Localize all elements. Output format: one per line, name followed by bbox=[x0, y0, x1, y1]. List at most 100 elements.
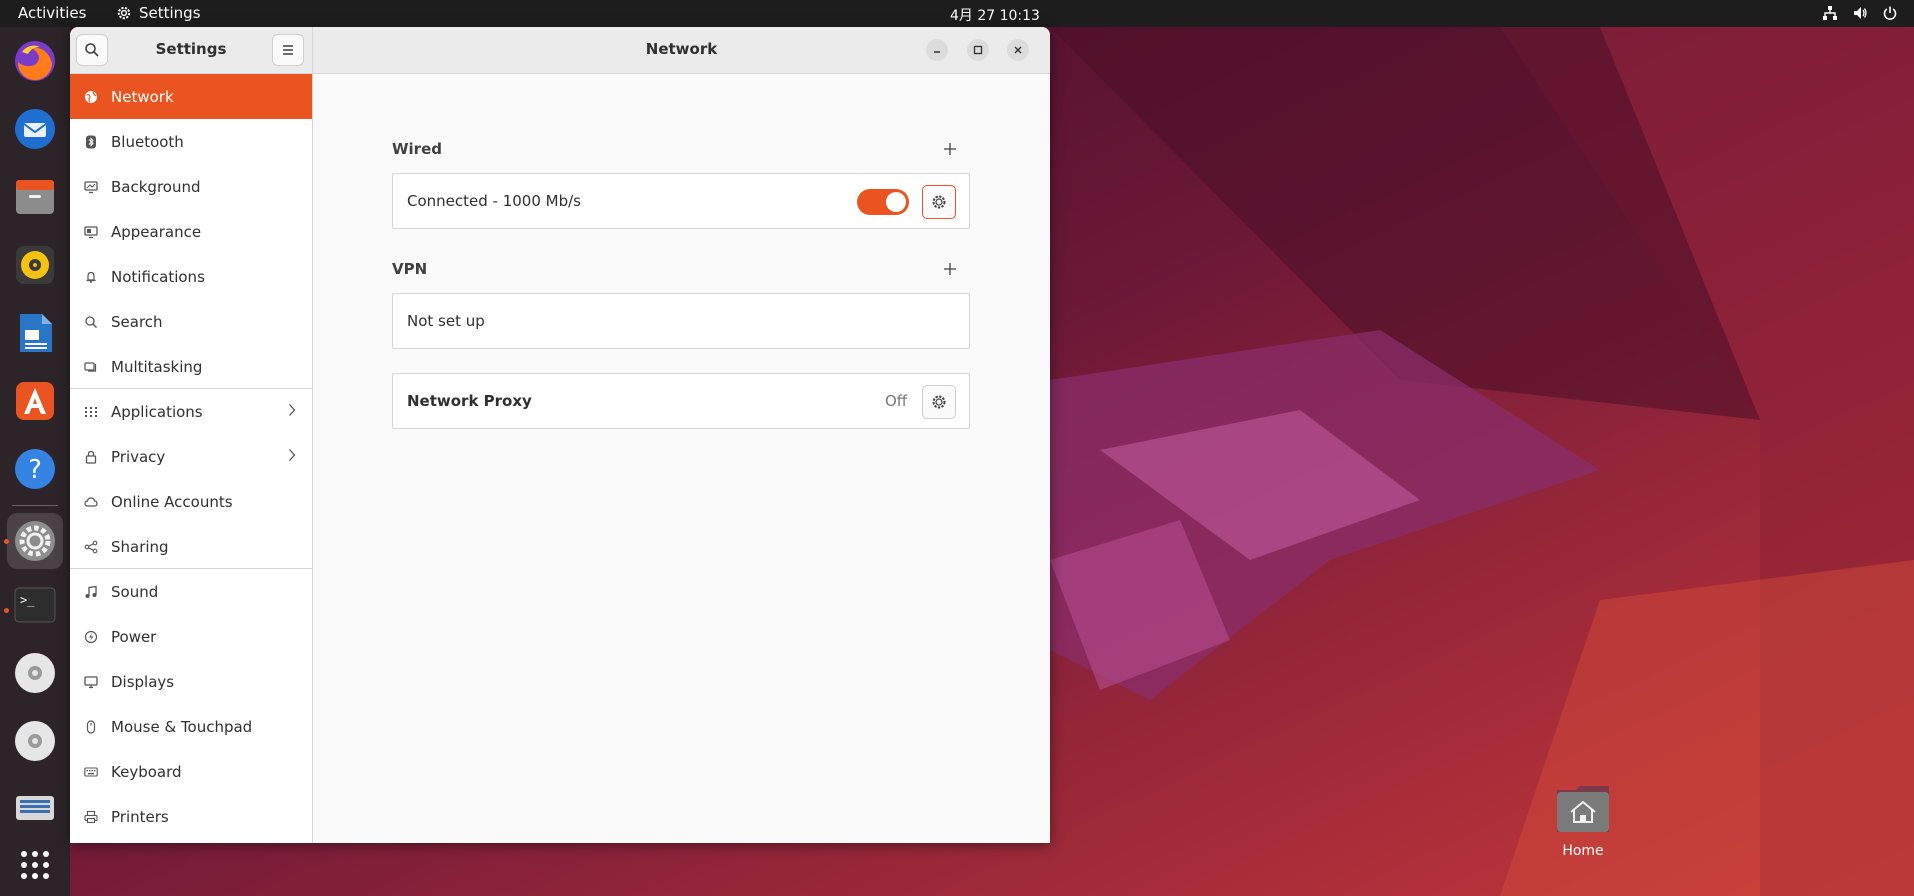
gear-icon bbox=[932, 395, 946, 409]
network-proxy-row[interactable]: Network Proxy Off bbox=[392, 373, 970, 429]
sidebar-item-privacy[interactable]: Privacy bbox=[70, 434, 312, 479]
printer-icon bbox=[83, 809, 99, 825]
gear-icon bbox=[932, 195, 946, 209]
search-icon bbox=[83, 314, 99, 330]
sidebar-item-label: Bluetooth bbox=[111, 132, 184, 151]
rhythmbox-icon[interactable] bbox=[11, 241, 59, 289]
sidebar-item-label: Sound bbox=[111, 582, 159, 601]
system-tray[interactable] bbox=[1822, 5, 1898, 21]
sidebar-item-search[interactable]: Search bbox=[70, 299, 312, 344]
network-proxy-label: Network Proxy bbox=[407, 392, 532, 410]
add-vpn-button[interactable] bbox=[940, 259, 960, 279]
activities-button[interactable]: Activities bbox=[18, 4, 86, 22]
sidebar-item-applications[interactable]: Applications bbox=[70, 389, 312, 434]
app-menu[interactable]: Settings bbox=[116, 4, 201, 22]
plus-icon bbox=[944, 143, 956, 155]
sidebar-item-label: Multitasking bbox=[111, 357, 203, 376]
show-apps-icon[interactable] bbox=[11, 841, 59, 889]
app-menu-label: Settings bbox=[139, 4, 201, 22]
minimize-button[interactable] bbox=[926, 39, 948, 61]
sidebar-item-notifications[interactable]: Notifications bbox=[70, 254, 312, 299]
sidebar-item-label: Privacy bbox=[111, 447, 166, 466]
clock[interactable]: 4月 27 10:13 bbox=[950, 5, 1040, 25]
help-icon[interactable]: ? bbox=[11, 445, 59, 493]
sidebar-item-mouse-touchpad[interactable]: Mouse & Touchpad bbox=[70, 704, 312, 749]
sidebar-item-network[interactable]: Network bbox=[70, 74, 312, 119]
sidebar-header: Settings bbox=[70, 27, 313, 74]
gear-icon bbox=[117, 6, 131, 20]
mouse-icon bbox=[83, 719, 99, 735]
firefox-icon[interactable] bbox=[11, 37, 59, 85]
home-folder-label: Home bbox=[1562, 843, 1604, 859]
sidebar-item-label: Search bbox=[111, 312, 163, 331]
sidebar-item-label: Applications bbox=[111, 402, 203, 421]
top-bar: Activities Settings 4月 27 10:13 bbox=[0, 0, 1914, 27]
wired-toggle[interactable] bbox=[857, 189, 909, 215]
volume-icon bbox=[1854, 7, 1867, 19]
chevron-right-icon bbox=[288, 403, 296, 421]
sidebar-item-sound[interactable]: Sound bbox=[70, 569, 312, 614]
sidebar-item-multitasking[interactable]: Multitasking bbox=[70, 344, 312, 389]
wired-status: Connected - 1000 Mb/s bbox=[407, 192, 581, 210]
thunderbird-icon[interactable] bbox=[11, 105, 59, 153]
sidebar-item-label: Sharing bbox=[111, 537, 169, 556]
sidebar-item-displays[interactable]: Displays bbox=[70, 659, 312, 704]
network-proxy-settings-button[interactable] bbox=[922, 385, 956, 419]
sidebar-item-label: Mouse & Touchpad bbox=[111, 717, 253, 736]
cloud-icon bbox=[83, 494, 99, 510]
maximize-button[interactable] bbox=[967, 39, 989, 61]
writer-icon[interactable] bbox=[11, 309, 59, 357]
wired-settings-button[interactable] bbox=[922, 185, 956, 219]
vpn-section-title: VPN bbox=[392, 260, 428, 278]
sidebar-item-sharing[interactable]: Sharing bbox=[70, 524, 312, 569]
sidebar-item-bluetooth[interactable]: Bluetooth bbox=[70, 119, 312, 164]
sidebar-item-power[interactable]: Power bbox=[70, 614, 312, 659]
sidebar-item-label: Displays bbox=[111, 672, 175, 691]
settings-window: Settings Network Network Bluetooth Backg… bbox=[70, 27, 1050, 843]
network-panel: Wired Connected - 1000 Mb/s VPN Not set … bbox=[313, 74, 1050, 843]
monitor-icon bbox=[83, 179, 99, 195]
running-indicator bbox=[4, 539, 9, 544]
sidebar-item-label: Network bbox=[111, 87, 174, 106]
power-bolt-icon bbox=[83, 629, 99, 645]
home-folder-icon[interactable] bbox=[1554, 780, 1612, 838]
disc-icon[interactable] bbox=[11, 717, 59, 765]
sidebar-item-keyboard[interactable]: Keyboard bbox=[70, 749, 312, 794]
sidebar-item-label: Printers bbox=[111, 807, 169, 826]
vpn-row: Not set up bbox=[392, 293, 970, 349]
dock: ? >_ bbox=[0, 27, 70, 896]
add-wired-button[interactable] bbox=[940, 139, 960, 159]
sidebar-item-online-accounts[interactable]: Online Accounts bbox=[70, 479, 312, 524]
terminal-icon[interactable]: >_ bbox=[11, 581, 59, 629]
plus-icon bbox=[944, 263, 956, 275]
running-indicator bbox=[4, 608, 9, 613]
share-icon bbox=[83, 539, 99, 555]
close-button[interactable] bbox=[1007, 39, 1029, 61]
multitasking-icon bbox=[83, 359, 99, 375]
app-center-icon[interactable] bbox=[11, 377, 59, 425]
sidebar-item-label: Notifications bbox=[111, 267, 205, 286]
sidebar-item-printers[interactable]: Printers bbox=[70, 794, 312, 839]
sidebar-item-label: Appearance bbox=[111, 222, 202, 241]
sidebar-item-appearance[interactable]: Appearance bbox=[70, 209, 312, 254]
grid-icon bbox=[83, 404, 99, 420]
display-icon bbox=[83, 674, 99, 690]
lock-icon bbox=[83, 449, 99, 465]
bell-icon bbox=[83, 269, 99, 285]
globe-icon bbox=[83, 89, 99, 105]
files-icon[interactable] bbox=[11, 173, 59, 221]
main-menu-button[interactable] bbox=[272, 34, 304, 66]
bluetooth-icon bbox=[83, 134, 99, 150]
disc-icon[interactable] bbox=[11, 649, 59, 697]
wired-connection-row: Connected - 1000 Mb/s bbox=[392, 173, 970, 229]
vpn-status: Not set up bbox=[407, 312, 485, 330]
network-proxy-status: Off bbox=[885, 392, 908, 410]
appearance-icon bbox=[83, 224, 99, 240]
toggle-knob bbox=[886, 192, 906, 212]
sidebar-item-background[interactable]: Background bbox=[70, 164, 312, 209]
settings-icon[interactable] bbox=[7, 513, 63, 569]
close-icon bbox=[1014, 46, 1022, 54]
sidebar-item-label: Background bbox=[111, 177, 201, 196]
sidebar-item-label: Keyboard bbox=[111, 762, 182, 781]
scanner-icon[interactable] bbox=[11, 783, 59, 831]
